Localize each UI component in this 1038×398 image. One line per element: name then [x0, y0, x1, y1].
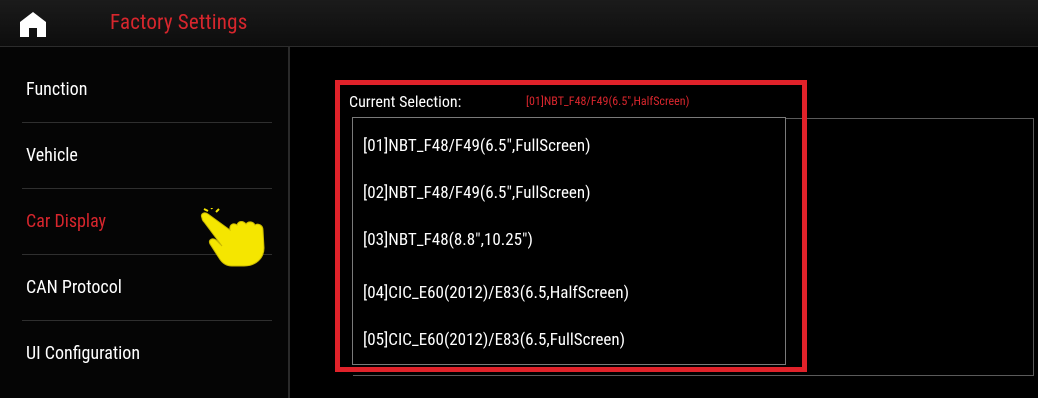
divider — [22, 320, 272, 321]
page-title: Factory Settings — [110, 11, 248, 35]
pointing-hand-icon — [201, 208, 265, 267]
divider — [22, 188, 272, 189]
highlight-annotation-box — [335, 80, 807, 372]
home-icon[interactable] — [18, 10, 48, 38]
sidebar-item-vehicle[interactable]: Vehicle — [0, 125, 288, 189]
sidebar-item-label: Function — [26, 79, 88, 100]
divider — [22, 122, 272, 123]
sidebar-item-ui-configuration[interactable]: UI Configuration — [0, 323, 288, 387]
sidebar-item-label: UI Configuration — [26, 343, 141, 364]
sidebar-item-function[interactable]: Function — [0, 59, 288, 123]
sidebar-item-label: CAN Protocol — [26, 277, 122, 298]
sidebar-item-label: Vehicle — [26, 145, 78, 166]
sidebar-item-label: Car Display — [26, 211, 107, 232]
top-bar: Factory Settings — [0, 0, 1038, 47]
